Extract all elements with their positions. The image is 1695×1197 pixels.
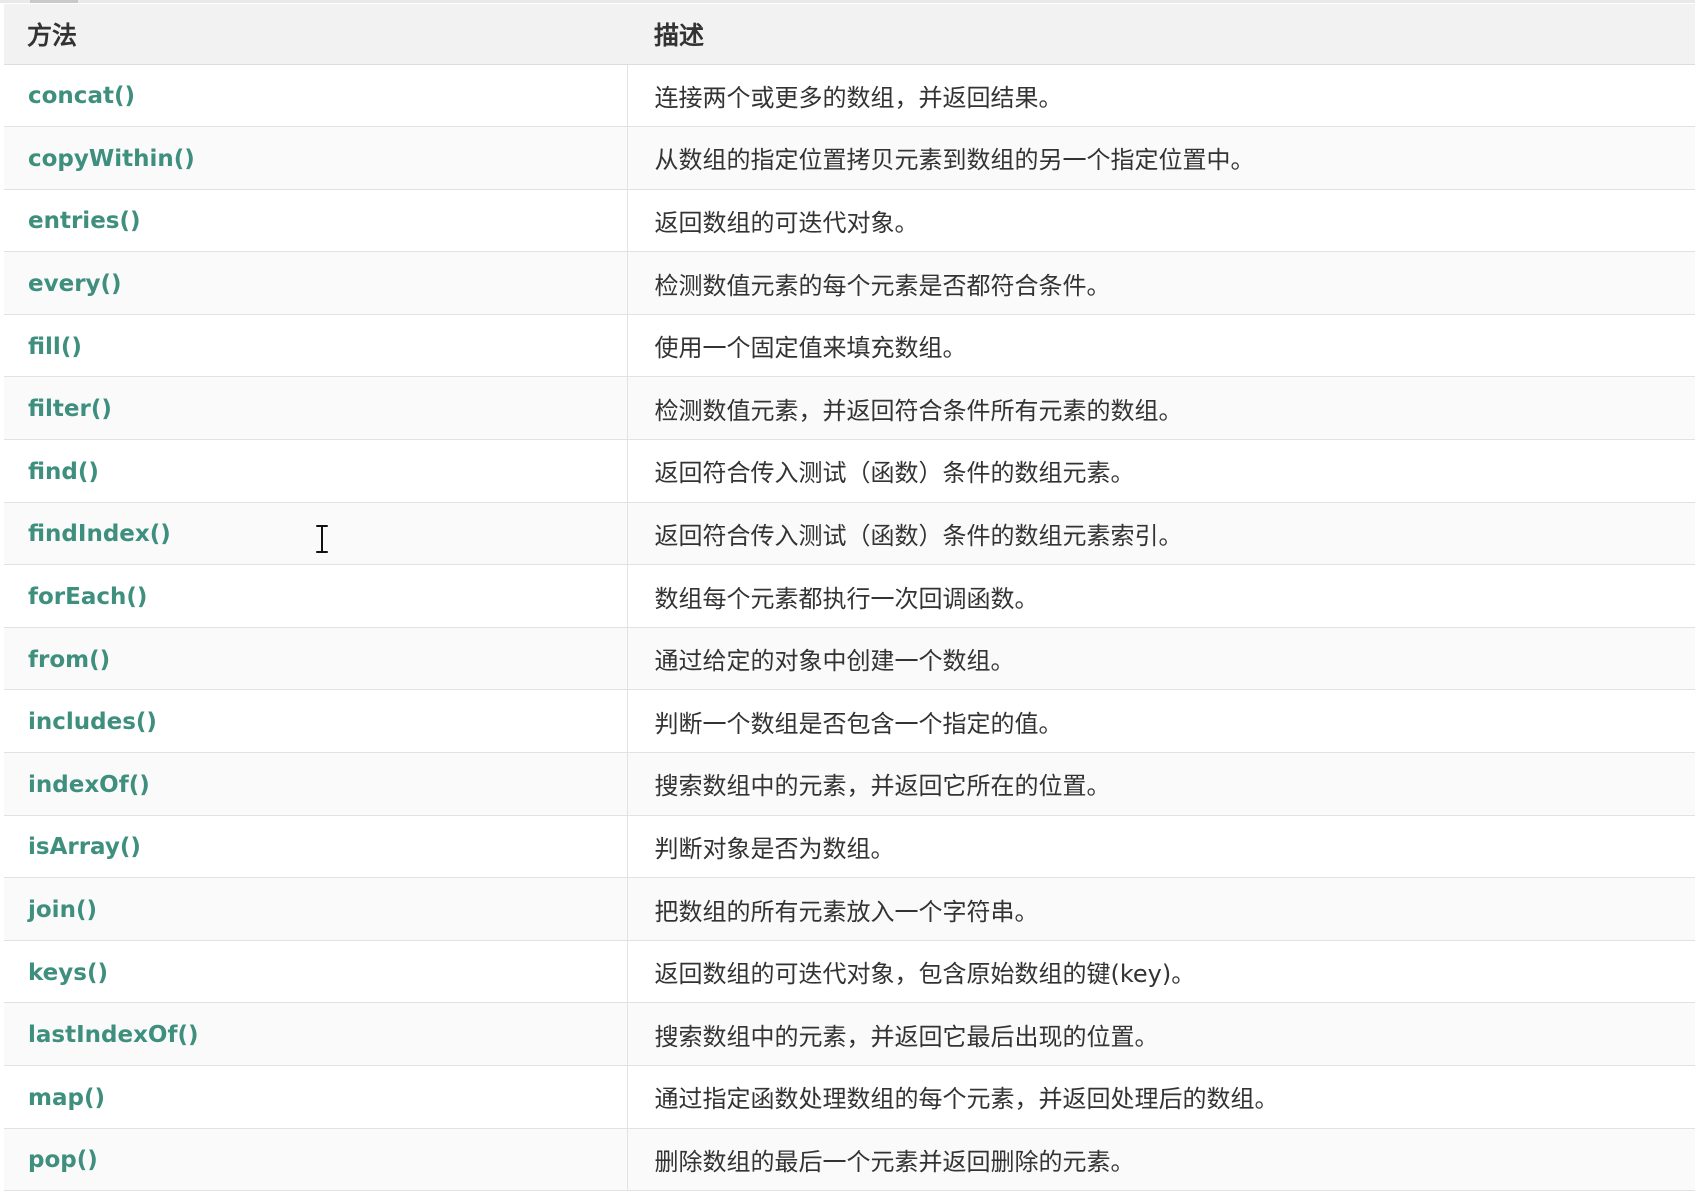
method-link[interactable]: isArray() — [28, 834, 141, 860]
table-row: forEach() 数组每个元素都执行一次回调函数。 — [4, 564, 1695, 628]
description-cell: 删除数组的最后一个元素并返回删除的元素。 — [627, 1128, 1695, 1192]
description-cell: 返回数组的可迭代对象。 — [627, 189, 1695, 253]
description-cell: 连接两个或更多的数组，并返回结果。 — [627, 64, 1695, 128]
method-cell: isArray() — [4, 815, 628, 879]
method-link[interactable]: keys() — [28, 960, 108, 986]
description-cell: 使用一个固定值来填充数组。 — [627, 314, 1695, 378]
method-link[interactable]: map() — [28, 1085, 105, 1111]
method-cell: lastIndexOf() — [4, 1002, 628, 1066]
method-link[interactable]: copyWithin() — [28, 146, 195, 172]
method-link[interactable]: pop() — [28, 1147, 98, 1173]
method-cell: map() — [4, 1065, 628, 1129]
description-cell: 数组每个元素都执行一次回调函数。 — [627, 564, 1695, 628]
method-cell: pop() — [4, 1128, 628, 1192]
method-link[interactable]: includes() — [28, 709, 157, 735]
method-link[interactable]: entries() — [28, 208, 141, 234]
header-method: 方法 — [4, 4, 627, 65]
method-link[interactable]: lastIndexOf() — [28, 1022, 199, 1048]
method-cell: find() — [4, 439, 628, 503]
table-row: isArray() 判断对象是否为数组。 — [4, 815, 1695, 879]
description-cell: 返回数组的可迭代对象，包含原始数组的键(key)。 — [627, 940, 1695, 1004]
table-body: concat() 连接两个或更多的数组，并返回结果。 copyWithin() … — [4, 64, 1695, 1192]
description-cell: 搜索数组中的元素，并返回它最后出现的位置。 — [627, 1002, 1695, 1066]
method-cell: filter() — [4, 376, 628, 441]
method-cell: entries() — [4, 189, 628, 253]
description-cell: 通过给定的对象中创建一个数组。 — [627, 627, 1695, 691]
description-cell: 判断对象是否为数组。 — [627, 815, 1695, 879]
method-cell: copyWithin() — [4, 126, 628, 190]
description-cell: 把数组的所有元素放入一个字符串。 — [627, 877, 1695, 941]
method-link[interactable]: fill() — [28, 334, 82, 360]
text-cursor-icon — [315, 525, 329, 553]
method-cell: every() — [4, 251, 628, 315]
table-row: copyWithin() 从数组的指定位置拷贝元素到数组的另一个指定位置中。 — [4, 126, 1695, 190]
table-row: lastIndexOf() 搜索数组中的元素，并返回它最后出现的位置。 — [4, 1002, 1695, 1066]
top-divider — [0, 0, 1695, 3]
table-row: from() 通过给定的对象中创建一个数组。 — [4, 627, 1695, 691]
method-cell: concat() — [4, 64, 628, 128]
table-row: includes() 判断一个数组是否包含一个指定的值。 — [4, 689, 1695, 754]
method-link[interactable]: join() — [28, 897, 97, 923]
description-cell: 检测数值元素的每个元素是否都符合条件。 — [627, 251, 1695, 315]
method-link[interactable]: from() — [28, 647, 110, 673]
description-cell: 通过指定函数处理数组的每个元素，并返回处理后的数组。 — [627, 1065, 1695, 1129]
table-row: pop() 删除数组的最后一个元素并返回删除的元素。 — [4, 1128, 1695, 1192]
method-cell: forEach() — [4, 564, 628, 628]
method-link[interactable]: concat() — [28, 83, 135, 109]
method-link[interactable]: filter() — [28, 396, 112, 422]
method-cell: from() — [4, 627, 628, 691]
table-row: entries() 返回数组的可迭代对象。 — [4, 189, 1695, 253]
description-cell: 判断一个数组是否包含一个指定的值。 — [627, 689, 1695, 754]
method-link[interactable]: find() — [28, 459, 99, 485]
method-link[interactable]: forEach() — [28, 584, 147, 610]
table-row: fill() 使用一个固定值来填充数组。 — [4, 314, 1695, 378]
description-cell: 返回符合传入测试（函数）条件的数组元素。 — [627, 439, 1695, 503]
method-cell: keys() — [4, 940, 628, 1004]
method-cell: indexOf() — [4, 752, 628, 816]
table-row: findIndex() 返回符合传入测试（函数）条件的数组元素索引。 — [4, 502, 1695, 566]
table-row: find() 返回符合传入测试（函数）条件的数组元素。 — [4, 439, 1695, 503]
method-cell: join() — [4, 877, 628, 941]
method-link[interactable]: indexOf() — [28, 772, 150, 798]
description-cell: 搜索数组中的元素，并返回它所在的位置。 — [627, 752, 1695, 816]
table-row: keys() 返回数组的可迭代对象，包含原始数组的键(key)。 — [4, 940, 1695, 1004]
description-cell: 从数组的指定位置拷贝元素到数组的另一个指定位置中。 — [627, 126, 1695, 190]
table-row: filter() 检测数值元素，并返回符合条件所有元素的数组。 — [4, 376, 1695, 441]
method-link[interactable]: findIndex() — [28, 521, 171, 547]
description-cell: 返回符合传入测试（函数）条件的数组元素索引。 — [627, 502, 1695, 566]
method-cell: fill() — [4, 314, 628, 378]
top-divider-accent — [30, 0, 78, 3]
table-row: indexOf() 搜索数组中的元素，并返回它所在的位置。 — [4, 752, 1695, 816]
description-cell: 检测数值元素，并返回符合条件所有元素的数组。 — [627, 376, 1695, 441]
table-row: join() 把数组的所有元素放入一个字符串。 — [4, 877, 1695, 941]
array-methods-table: 方法 描述 concat() 连接两个或更多的数组，并返回结果。 copyWit… — [4, 4, 1695, 1192]
table-header-row: 方法 描述 — [4, 4, 1695, 65]
table-row: every() 检测数值元素的每个元素是否都符合条件。 — [4, 251, 1695, 315]
header-description: 描述 — [627, 4, 1695, 65]
table-row: concat() 连接两个或更多的数组，并返回结果。 — [4, 64, 1695, 128]
method-link[interactable]: every() — [28, 271, 122, 297]
table-row: map() 通过指定函数处理数组的每个元素，并返回处理后的数组。 — [4, 1065, 1695, 1129]
method-cell: includes() — [4, 689, 628, 754]
